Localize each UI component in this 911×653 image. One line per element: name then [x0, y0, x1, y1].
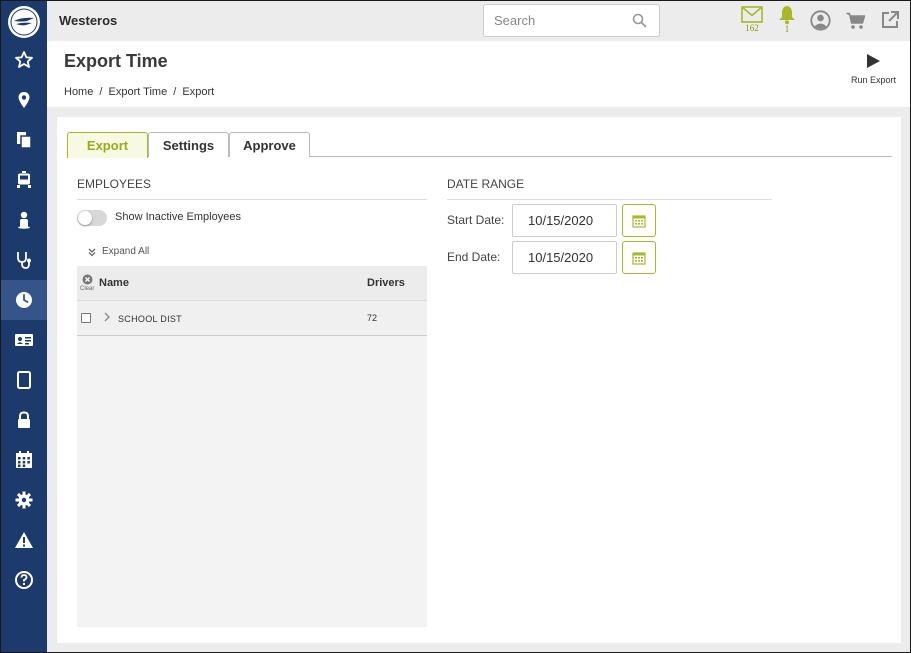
row-checkbox[interactable] [81, 313, 91, 323]
app-window: Westeros 162 1 Export Time Home / Ex [0, 0, 911, 653]
page-header: Export Time Home / Export Time / Export … [47, 41, 910, 107]
clock-icon [16, 292, 32, 308]
date-range-divider [447, 199, 772, 200]
start-date-label: Start Date: [447, 213, 505, 227]
user-circle-icon [810, 10, 831, 31]
main-panel: Export Settings Approve EMPLOYEES Show I… [57, 117, 901, 643]
notifications-count: 1 [784, 24, 790, 34]
documents-icon [17, 132, 32, 149]
sidebar-item-favorites[interactable] [1, 40, 47, 80]
breadcrumb-home[interactable]: Home [64, 86, 93, 98]
mail-icon [741, 6, 763, 23]
end-date-input[interactable] [512, 241, 617, 274]
breadcrumb-separator: / [99, 86, 103, 98]
person-icon [18, 211, 30, 229]
gear-icon [15, 491, 33, 509]
sidebar-item-id-cards[interactable] [1, 320, 47, 360]
bell-icon [779, 6, 795, 25]
tab-approve[interactable]: Approve [229, 132, 310, 157]
warning-icon [15, 532, 33, 548]
external-link-icon [882, 11, 899, 28]
messages-button[interactable]: 162 [741, 6, 763, 33]
map-pin-icon [18, 92, 30, 108]
top-bar: Westeros 162 1 [47, 1, 910, 41]
play-icon [867, 54, 881, 68]
clear-button[interactable]: Clear [80, 274, 94, 292]
clear-icon [82, 274, 93, 285]
sidebar-item-health[interactable] [1, 240, 47, 280]
app-name: Westeros [59, 13, 118, 28]
sidebar-item-people[interactable] [1, 200, 47, 240]
start-date-picker-button[interactable] [622, 204, 656, 237]
chevron-right-icon[interactable] [103, 312, 111, 322]
search-icon[interactable] [632, 13, 647, 28]
lock-icon [18, 411, 30, 428]
sidebar-item-help[interactable] [1, 560, 47, 600]
external-link-button[interactable] [880, 10, 900, 30]
user-menu-button[interactable] [810, 10, 831, 31]
page-title: Export Time [64, 51, 168, 71]
tab-settings[interactable]: Settings [148, 132, 229, 157]
star-icon [15, 51, 33, 68]
notifications-button[interactable]: 1 [777, 5, 797, 34]
calendar-icon [16, 451, 32, 468]
expand-all-label: Expand All [102, 246, 150, 257]
sidebar-item-locations[interactable] [1, 80, 47, 120]
table-row[interactable]: SCHOOL DIST 72 [77, 301, 427, 336]
sidebar-item-calendar[interactable] [1, 440, 47, 480]
app-logo[interactable] [8, 6, 40, 38]
tab-export[interactable]: Export [67, 132, 148, 158]
tab-bar: Export Settings Approve [67, 132, 892, 158]
breadcrumb-separator: / [173, 86, 177, 98]
row-name: SCHOOL DIST [118, 314, 182, 324]
employees-grid: Clear Name Drivers SCHOOL DIST 72 [77, 266, 427, 627]
sidebar-item-settings[interactable] [1, 480, 47, 520]
date-range-heading: DATE RANGE [447, 177, 525, 191]
start-date-input[interactable] [512, 204, 617, 237]
breadcrumb: Home / Export Time / Export [64, 86, 217, 98]
calendar-icon [632, 251, 646, 265]
run-export-button[interactable]: Run Export [851, 53, 896, 85]
id-card-icon [15, 334, 33, 346]
end-date-picker-button[interactable] [622, 241, 656, 274]
logo-icon [10, 8, 38, 36]
breadcrumb-current: Export [182, 86, 215, 98]
search-box[interactable] [483, 4, 660, 37]
toggle-knob [78, 211, 92, 225]
breadcrumb-export-time[interactable]: Export Time [109, 86, 168, 98]
bus-icon [17, 171, 31, 188]
sidebar-item-time[interactable] [1, 280, 47, 320]
show-inactive-toggle[interactable] [77, 210, 107, 226]
run-export-label: Run Export [850, 75, 896, 85]
calendar-icon [632, 214, 646, 228]
cart-icon [846, 12, 866, 29]
expand-all-button[interactable]: Expand All [87, 246, 149, 257]
clear-label: Clear [80, 286, 95, 292]
stethoscope-icon [17, 252, 31, 269]
sidebar [1, 1, 47, 652]
row-drivers: 72 [367, 313, 378, 323]
show-inactive-label: Show Inactive Employees [115, 211, 241, 223]
sidebar-item-alerts[interactable] [1, 520, 47, 560]
messages-count: 162 [745, 23, 759, 33]
sidebar-item-security[interactable] [1, 400, 47, 440]
employees-divider [77, 199, 427, 200]
double-chevron-down-icon [88, 248, 96, 256]
search-input[interactable] [484, 5, 624, 36]
column-header-name[interactable]: Name [99, 277, 129, 289]
end-date-label: End Date: [447, 250, 501, 264]
grid-header: Clear Name Drivers [77, 266, 427, 301]
sidebar-item-transportation[interactable] [1, 160, 47, 200]
sidebar-item-devices[interactable] [1, 360, 47, 400]
sidebar-item-documents[interactable] [1, 120, 47, 160]
help-icon [15, 571, 33, 589]
column-header-drivers[interactable]: Drivers [367, 277, 405, 289]
tablet-icon [17, 371, 31, 389]
employees-heading: EMPLOYEES [77, 177, 152, 191]
cart-button[interactable] [846, 12, 866, 30]
